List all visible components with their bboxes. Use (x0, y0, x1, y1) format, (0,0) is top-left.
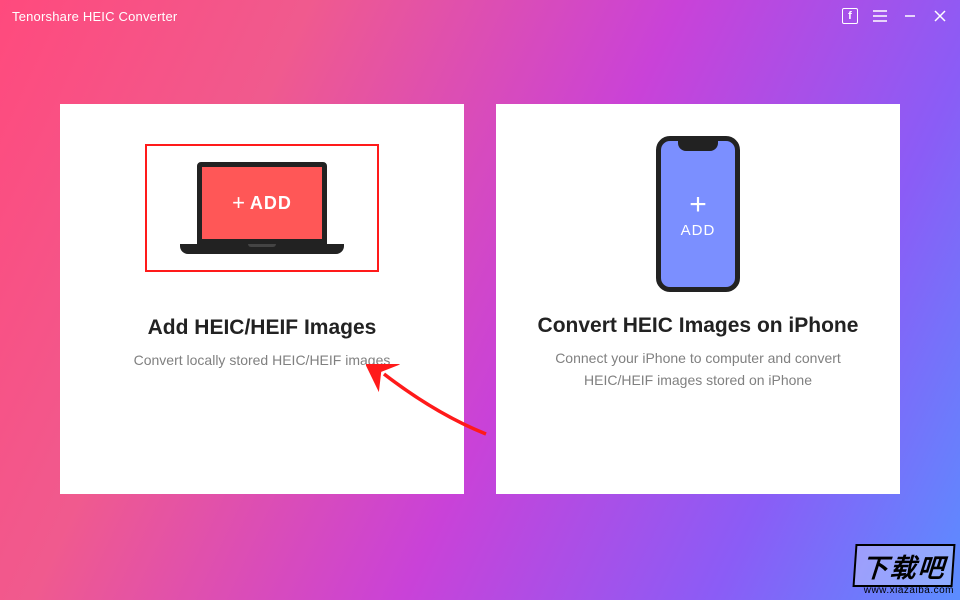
card-subtitle: Convert locally stored HEIC/HEIF images (128, 350, 397, 372)
watermark-text: 下载吧 (852, 544, 955, 587)
phone-icon: + ADD (656, 136, 740, 292)
titlebar-controls: f (842, 8, 948, 24)
plus-icon: + (689, 190, 707, 220)
laptop-screen: + ADD (197, 162, 327, 244)
add-local-images-card[interactable]: + ADD Add HEIC/HEIF Images Convert local… (60, 104, 464, 494)
add-label: ADD (681, 222, 716, 239)
minimize-icon[interactable] (902, 8, 918, 24)
facebook-icon[interactable]: f (842, 8, 858, 24)
annotation-arrow-icon (366, 364, 496, 444)
add-label: ADD (250, 193, 292, 214)
plus-icon: + (232, 192, 246, 214)
close-icon[interactable] (932, 8, 948, 24)
main-content: + ADD Add HEIC/HEIF Images Convert local… (0, 32, 960, 494)
watermark: 下载吧 www.xiazaiba.com (854, 544, 954, 596)
highlight-box: + ADD (145, 144, 379, 272)
titlebar: Tenorshare HEIC Converter f (0, 0, 960, 32)
card-subtitle: Connect your iPhone to computer and conv… (524, 348, 872, 391)
laptop-base (180, 244, 344, 254)
phone-notch (678, 141, 718, 151)
menu-icon[interactable] (872, 8, 888, 24)
convert-iphone-images-card[interactable]: + ADD Convert HEIC Images on iPhone Conn… (496, 104, 900, 494)
app-title: Tenorshare HEIC Converter (12, 9, 177, 24)
card-title: Add HEIC/HEIF Images (148, 316, 377, 340)
laptop-icon: + ADD (180, 162, 344, 254)
card-title: Convert HEIC Images on iPhone (538, 314, 859, 338)
